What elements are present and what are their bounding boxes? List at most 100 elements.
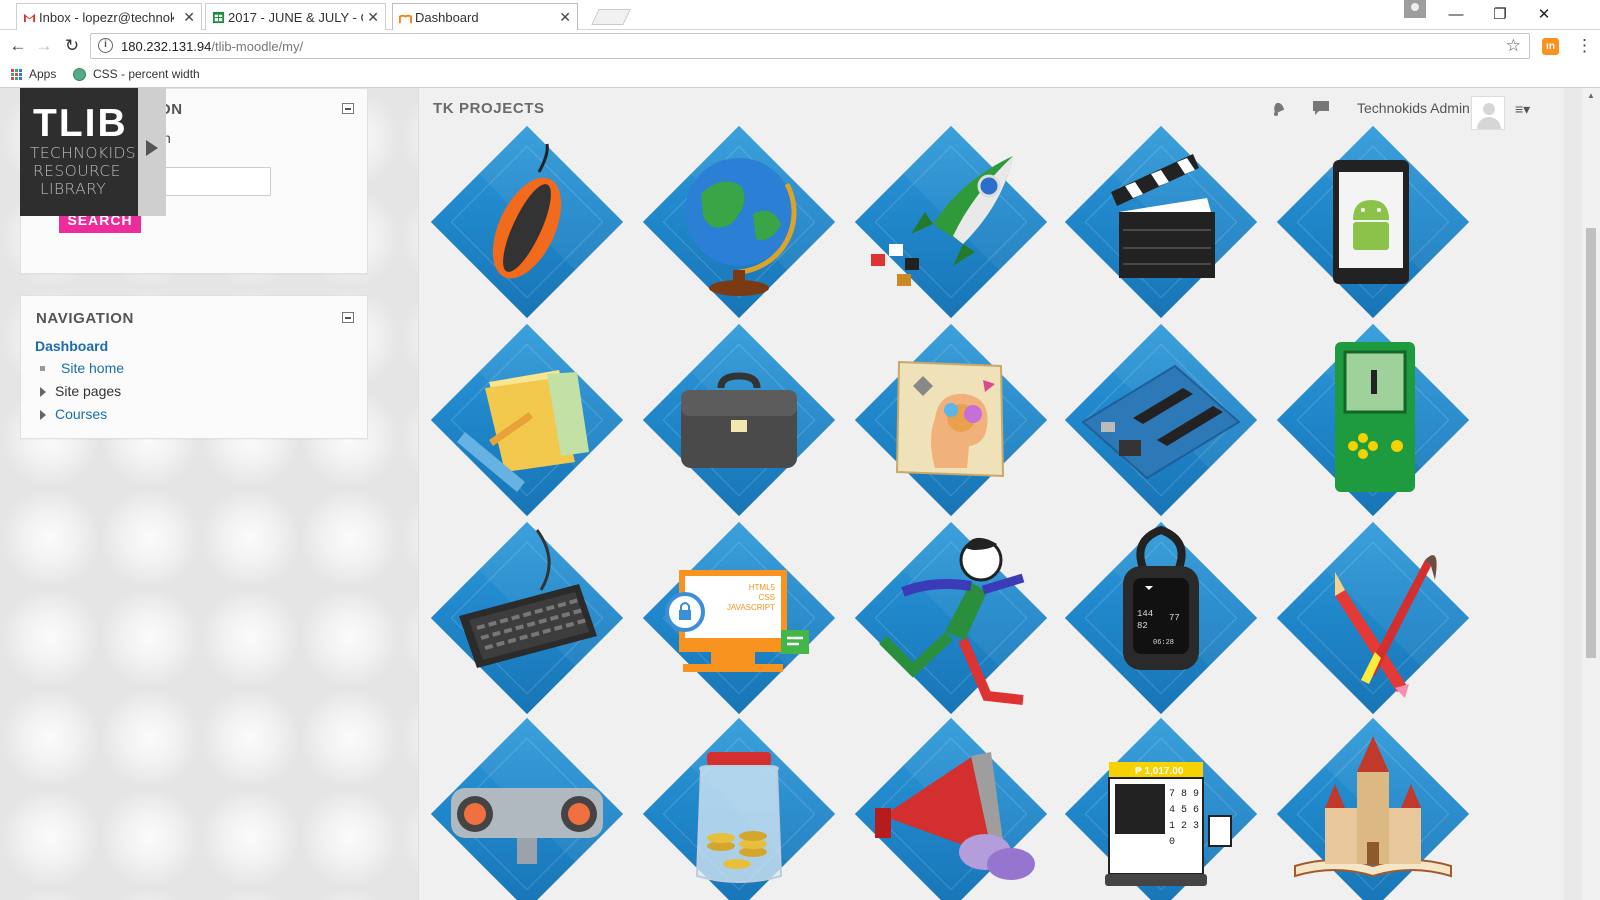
rocket-icon xyxy=(871,156,1013,286)
keypad-row-3: 1 2 3 xyxy=(1169,821,1199,832)
user-name[interactable]: Technokids Admin xyxy=(1357,100,1470,116)
handheld-game-icon xyxy=(1335,342,1415,492)
folders-icon xyxy=(457,370,589,492)
scroll-up-icon[interactable]: ▲ xyxy=(1587,91,1595,100)
nav-dashboard-link[interactable]: Dashboard xyxy=(35,338,108,354)
keypad-row-1: 7 8 9 xyxy=(1169,789,1199,800)
browser-menu-icon[interactable]: ⋮ xyxy=(1576,36,1593,56)
web-page-html5: HTML5 xyxy=(749,583,776,592)
cash-register-total: ₱ 1,017.00 xyxy=(1135,766,1184,777)
navigation-block: NAVIGATION Dashboard Site home Site page… xyxy=(20,295,368,439)
coin-jar-icon xyxy=(695,752,783,883)
bookmark-star-icon[interactable]: ☆ xyxy=(1506,36,1521,56)
watch-time: 06:28 xyxy=(1153,639,1174,647)
project-tile-rocket[interactable] xyxy=(853,124,1049,320)
new-tab-button[interactable] xyxy=(591,9,631,25)
project-tile-mouse[interactable] xyxy=(429,124,625,320)
clapperboard-icon xyxy=(1111,154,1215,278)
nav-site-pages[interactable]: Site pages xyxy=(55,383,121,399)
project-tile-pencil-brush[interactable] xyxy=(1275,520,1471,716)
url-text[interactable]: 180.232.131.94/tlib-moodle/my/ xyxy=(121,39,303,54)
nav-courses-link[interactable]: Courses xyxy=(55,406,107,422)
restore-icon[interactable]: ❐ xyxy=(1478,0,1522,28)
project-tile-folders[interactable] xyxy=(429,322,625,518)
tab-strip: Inbox - lopezr@technoki ✕ 2017 - JUNE & … xyxy=(0,0,1600,30)
close-window-icon[interactable]: ✕ xyxy=(1522,0,1566,28)
project-tile-clapperboard[interactable] xyxy=(1063,124,1259,320)
reload-icon[interactable]: ↻ xyxy=(62,36,82,56)
expand-arrow-icon[interactable] xyxy=(40,387,46,397)
scrollbar-thumb[interactable] xyxy=(1586,228,1596,658)
smart-watch-icon: 144 77 82 06:28 xyxy=(1123,525,1199,670)
project-tile-web-page[interactable]: HTML5 CSS JAVASCRIPT xyxy=(641,520,837,716)
navigation-title: NAVIGATION xyxy=(36,310,134,327)
project-tile-cash-register[interactable]: ₱ 1,017.00 7 8 9 4 5 6 1 2 3 0 xyxy=(1063,716,1259,900)
sheets-icon xyxy=(212,11,225,24)
circuit-board-icon xyxy=(1081,364,1241,480)
tab-gmail[interactable]: Inbox - lopezr@technoki ✕ xyxy=(16,3,202,30)
minimize-icon[interactable]: — xyxy=(1434,0,1478,28)
globe-icon xyxy=(73,67,86,81)
moodle-page: ON n SEARCH TLIB TECHNOKIDS RESOURCE LIB… xyxy=(0,88,1600,900)
watch-temp: 77 xyxy=(1169,613,1180,623)
collapse-icon[interactable] xyxy=(342,312,354,323)
robot-sensor-icon xyxy=(451,788,603,864)
project-tile-coin-jar[interactable] xyxy=(641,716,837,900)
browser-toolbar: ← → ↻ i 180.232.131.94/tlib-moodle/my/ ☆ xyxy=(0,30,1600,62)
close-icon[interactable]: ✕ xyxy=(183,9,195,26)
avatar[interactable] xyxy=(1471,96,1505,130)
watch-bpm: 82 xyxy=(1137,621,1148,631)
logo-toggle-handle[interactable] xyxy=(138,88,166,216)
notifications-bell-icon[interactable] xyxy=(1269,100,1287,116)
close-icon[interactable]: ✕ xyxy=(559,9,571,26)
globe-icon xyxy=(685,158,797,296)
castle-book-icon xyxy=(1294,736,1452,878)
project-tile-smart-watch[interactable]: 144 77 82 06:28 xyxy=(1063,520,1259,716)
megaphone-icon xyxy=(875,752,1035,880)
apps-grid-icon xyxy=(11,68,22,80)
page-title: TK PROJECTS xyxy=(433,100,545,117)
runner-icon xyxy=(879,537,1025,705)
forward-icon[interactable]: → xyxy=(34,36,54,56)
keypad-row-2: 4 5 6 xyxy=(1169,805,1199,816)
computer-mouse-icon xyxy=(492,143,562,279)
collapse-icon[interactable] xyxy=(342,103,354,114)
gmail-icon xyxy=(23,13,36,23)
cash-register-icon: ₱ 1,017.00 7 8 9 4 5 6 1 2 3 0 xyxy=(1105,762,1232,886)
web-page-javascript: JAVASCRIPT xyxy=(727,603,775,612)
project-tile-briefcase[interactable] xyxy=(641,322,837,518)
tab-dashboard[interactable]: Dashboard ✕ xyxy=(392,3,578,30)
project-tile-circuit-board[interactable] xyxy=(1063,322,1259,518)
tab-sheets[interactable]: 2017 - JUNE & JULY - Go ✕ xyxy=(205,3,386,30)
watch-heart-rate: 144 xyxy=(1137,609,1153,619)
close-icon[interactable]: ✕ xyxy=(367,9,379,26)
project-tile-android-phone[interactable] xyxy=(1275,124,1471,320)
messages-icon[interactable] xyxy=(1312,100,1330,116)
info-icon[interactable]: i xyxy=(98,38,113,53)
bookmarks-bar: Apps CSS - percent width xyxy=(0,62,1600,88)
expand-arrow-icon[interactable] xyxy=(40,410,46,420)
project-tile-brain[interactable] xyxy=(853,322,1049,518)
nav-site-home-link[interactable]: Site home xyxy=(61,360,124,376)
project-tile-robot-sensor[interactable] xyxy=(429,716,625,900)
android-phone-icon xyxy=(1333,160,1409,284)
bookmark-css-percent-width[interactable]: CSS - percent width xyxy=(73,67,200,81)
briefcase-icon xyxy=(681,372,797,468)
address-bar[interactable]: i 180.232.131.94/tlib-moodle/my/ ☆ xyxy=(90,33,1530,59)
page-scrollbar[interactable]: ▲ xyxy=(1582,88,1600,900)
project-tile-globe[interactable] xyxy=(641,124,837,320)
search-input[interactable] xyxy=(159,167,271,196)
back-icon[interactable]: ← xyxy=(8,36,28,56)
user-menu-icon[interactable]: ≡▾ xyxy=(1515,101,1530,118)
project-tile-handheld-game[interactable] xyxy=(1275,322,1471,518)
project-tile-keyboard[interactable] xyxy=(429,520,625,716)
bookmark-apps[interactable]: Apps xyxy=(11,67,56,81)
project-tile-megaphone[interactable] xyxy=(853,716,1049,900)
project-tile-storybook-castle[interactable] xyxy=(1275,716,1471,900)
project-tile-runner[interactable] xyxy=(853,520,1049,716)
pencil-brush-icon xyxy=(1335,555,1437,698)
extension-icon[interactable]: ın xyxy=(1542,38,1559,55)
web-page-icon: HTML5 CSS JAVASCRIPT xyxy=(665,570,809,672)
profile-icon[interactable] xyxy=(1404,0,1426,18)
keyboard-icon xyxy=(459,529,597,668)
